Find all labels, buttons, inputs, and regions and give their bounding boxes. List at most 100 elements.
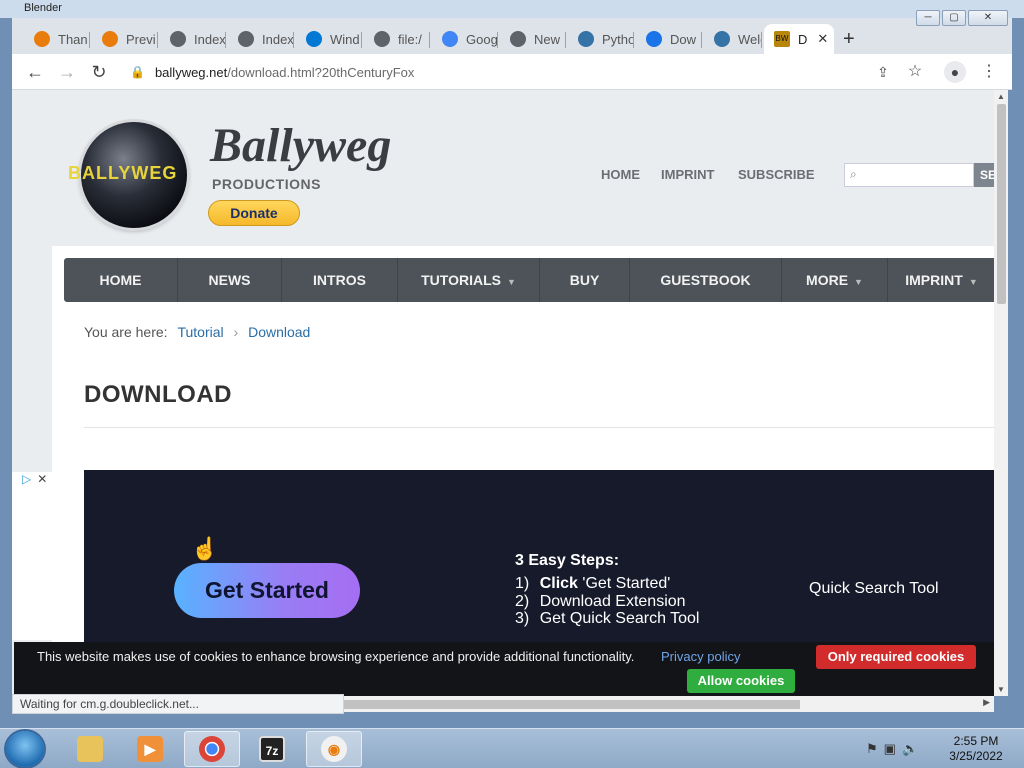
nav-item-tutorials[interactable]: TUTORIALS ▼ — [398, 258, 540, 302]
taskbar-7zip[interactable]: 7z — [244, 731, 300, 767]
breadcrumb-tutorial[interactable]: Tutorial — [177, 324, 223, 340]
forward-button[interactable]: → — [56, 61, 78, 83]
browser-tab[interactable]: Than — [24, 24, 90, 54]
page-title: DOWNLOAD — [84, 381, 232, 408]
taskbar-media-player[interactable]: ▶ — [122, 731, 178, 767]
browser-tab[interactable]: New — [500, 24, 566, 54]
site-subtitle: PRODUCTIONS — [212, 176, 321, 192]
tab-close-icon[interactable]: ✕ — [817, 31, 828, 47]
window-controls: ─ ▢ ✕ — [916, 10, 1008, 26]
blender-icon: ◉ — [321, 736, 347, 762]
site-search-button[interactable]: SE — [974, 163, 994, 187]
windows-icon — [306, 31, 322, 47]
allow-cookies-button[interactable]: Allow cookies — [687, 669, 795, 693]
privacy-policy-link[interactable]: Privacy policy — [661, 649, 740, 664]
browser-tab[interactable]: Goog — [432, 24, 498, 54]
tab-separator — [225, 32, 226, 48]
browser-tab[interactable]: Dow — [636, 24, 702, 54]
maximize-button[interactable]: ▢ — [942, 10, 966, 26]
url-path: /download.html?20thCenturyFox — [227, 64, 415, 80]
network-icon[interactable]: ▣ — [884, 741, 902, 756]
share-icon[interactable]: ⇪ — [872, 61, 894, 83]
horizontal-scrollbar[interactable]: ▶ — [344, 696, 994, 712]
taskbar: ▶ 7z ◉ ⚑▣🔈 2:55 PM 3/25/2022 — [0, 728, 1024, 768]
new-tab-button[interactable]: + — [843, 28, 855, 51]
step-text: Download Extension — [539, 593, 686, 610]
nav-item-news[interactable]: NEWS — [178, 258, 282, 302]
browser-tab[interactable]: Index — [160, 24, 226, 54]
taskbar-chrome[interactable] — [184, 731, 240, 767]
browser-toolbar: ← → ↻ 🔒 ballyweg.net/download.html?20thC… — [12, 54, 1012, 90]
chevron-down-icon: ▼ — [506, 277, 516, 287]
start-button[interactable] — [6, 731, 44, 767]
tab-label: Previ — [126, 31, 156, 47]
nav-label: TUTORIALS — [421, 272, 501, 288]
nav-item-more[interactable]: MORE ▼ — [782, 258, 888, 302]
nav-item-buy[interactable]: BUY — [540, 258, 630, 302]
scroll-thumb[interactable] — [997, 104, 1006, 304]
hand-cursor-icon: ☝ — [191, 536, 219, 561]
nav-label: IMPRINT — [905, 272, 963, 288]
tab-separator — [497, 32, 498, 48]
nav-item-guestbook[interactable]: GUESTBOOK — [630, 258, 782, 302]
scroll-right-icon[interactable]: ▶ — [983, 697, 990, 708]
toplink-subscribe[interactable]: SUBSCRIBE — [738, 167, 815, 182]
globe-icon — [374, 31, 390, 47]
logo-text: BALLYWEG — [68, 163, 178, 183]
browser-tab[interactable]: Index — [228, 24, 294, 54]
globe-icon — [238, 31, 254, 47]
close-window-button[interactable]: ✕ — [968, 10, 1008, 26]
volume-icon[interactable]: 🔈 — [902, 741, 924, 756]
adchoices-icon[interactable]: ▷ ✕ — [12, 472, 54, 490]
browser-tab[interactable]: Wind — [296, 24, 362, 54]
chevron-down-icon: ▼ — [854, 277, 863, 287]
browser-tab[interactable]: file:/ — [364, 24, 430, 54]
bookmark-star-icon[interactable]: ☆ — [904, 61, 926, 83]
search-icon: ⌕ — [850, 167, 857, 181]
scroll-down-icon[interactable]: ▼ — [994, 685, 1008, 694]
google-icon — [442, 31, 458, 47]
tab-separator — [89, 32, 90, 48]
tab-separator — [429, 32, 430, 48]
donate-button[interactable]: Donate — [208, 200, 300, 226]
menu-icon[interactable]: ⋮ — [978, 61, 1000, 83]
step-number: 2) — [515, 593, 530, 610]
browser-tab[interactable]: BW D ✕ — [764, 24, 834, 54]
breadcrumb-download[interactable]: Download — [248, 324, 310, 340]
minimize-button[interactable]: ─ — [916, 10, 940, 26]
back-button[interactable]: ← — [24, 61, 46, 83]
cookie-message: This website makes use of cookies to enh… — [37, 649, 635, 664]
site-brand[interactable]: Ballyweg — [210, 118, 391, 173]
toplink-home[interactable]: HOME — [601, 167, 640, 182]
required-cookies-button[interactable]: Only required cookies — [816, 645, 976, 669]
nav-label: HOME — [99, 272, 142, 288]
tab-label: Dow — [670, 31, 697, 47]
chevron-down-icon: ▼ — [968, 277, 978, 287]
bw-favicon-icon: BW — [774, 31, 790, 47]
address-bar[interactable]: 🔒 ballyweg.net/download.html?20thCentury… — [122, 58, 942, 86]
profile-icon[interactable]: ● — [944, 61, 966, 83]
tab-label: file:/ — [398, 31, 422, 47]
system-tray: ⚑▣🔈 — [866, 741, 924, 757]
taskbar-explorer[interactable] — [62, 731, 118, 767]
tab-label: New — [534, 31, 561, 47]
hscroll-thumb[interactable] — [344, 700, 800, 709]
browser-tab[interactable]: Previ — [92, 24, 158, 54]
flag-icon[interactable]: ⚑ — [866, 741, 884, 756]
vertical-scrollbar[interactable]: ▲ ▼ — [994, 90, 1008, 696]
site-search-input[interactable]: ⌕ — [844, 163, 974, 187]
nav-item-imprint[interactable]: IMPRINT ▼ — [888, 258, 994, 302]
nav-item-intros[interactable]: INTROS — [282, 258, 398, 302]
browser-tab[interactable]: Welc — [704, 24, 762, 54]
ad-step-2: 2) Download Extension — [515, 593, 686, 611]
nav-item-home[interactable]: HOME — [64, 258, 178, 302]
clock[interactable]: 2:55 PM 3/25/2022 — [948, 734, 1004, 764]
get-started-button[interactable]: Get Started — [174, 563, 360, 618]
step-number: 1) — [515, 575, 530, 592]
taskbar-blender[interactable]: ◉ — [306, 731, 362, 767]
browser-tab[interactable]: Pytho — [568, 24, 634, 54]
reload-button[interactable]: ↻ — [88, 61, 110, 83]
scroll-up-icon[interactable]: ▲ — [994, 92, 1008, 101]
toplink-imprint[interactable]: IMPRINT — [661, 167, 714, 182]
tab-label: Index — [194, 31, 226, 47]
